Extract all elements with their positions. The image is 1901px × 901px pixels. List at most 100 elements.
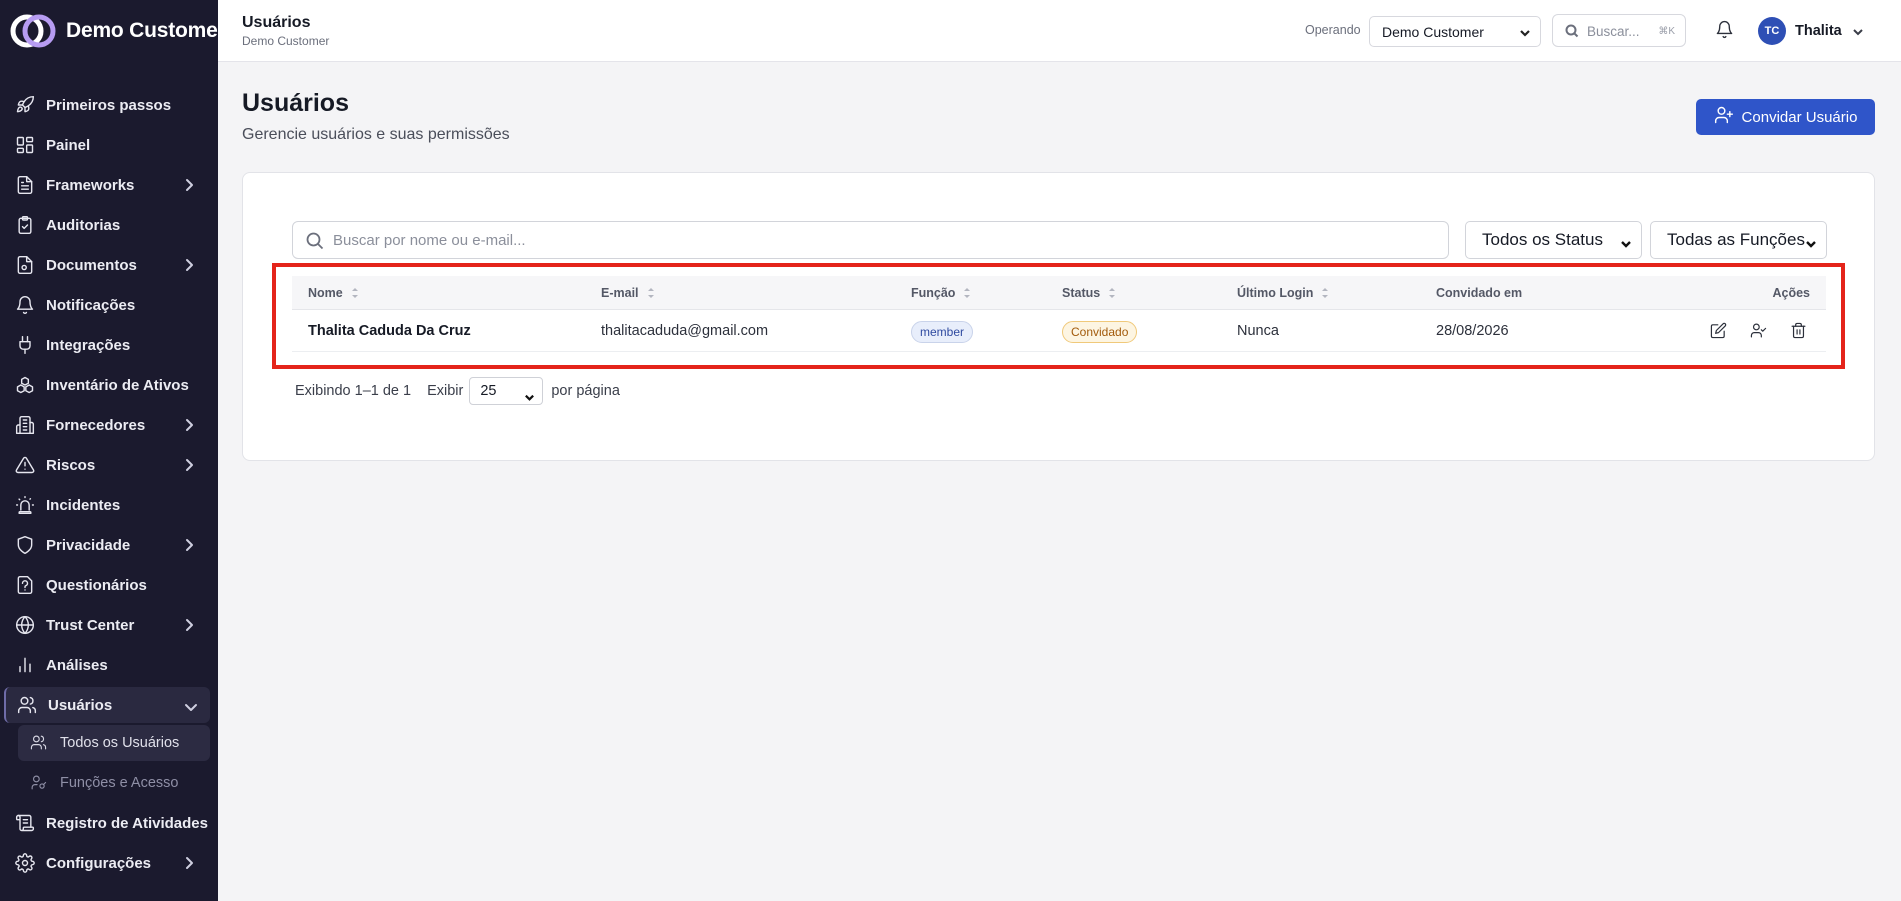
table-header: Nome E-mail Função Status Último Login C… <box>292 276 1826 310</box>
sidebar-item-label: Fornecedores <box>46 416 146 434</box>
page-size-label: Exibir <box>427 383 464 399</box>
column-label: Status <box>1062 286 1101 300</box>
clipboard-check-icon <box>14 214 36 236</box>
shield-icon <box>14 534 36 556</box>
sidebar-subitem-label: Funções e Acesso <box>60 775 179 791</box>
sidebar-item-label: Privacidade <box>46 536 131 554</box>
sidebar-item-notificacoes[interactable]: Notificações <box>0 285 218 325</box>
column-header-funcao[interactable]: Função <box>911 286 971 300</box>
invite-user-label: Convidar Usuário <box>1741 108 1858 126</box>
sidebar-item-label: Riscos <box>46 456 96 474</box>
sidebar-item-frameworks[interactable]: Frameworks <box>0 165 218 205</box>
chevron-right-icon <box>182 418 196 432</box>
page-size-select[interactable]: 25 <box>469 377 544 405</box>
sidebar-subitem-funcoes-acesso[interactable]: Funções e Acesso <box>0 763 218 803</box>
per-page-label: por página <box>551 383 620 399</box>
chevron-right-icon <box>182 258 196 272</box>
column-label: Último Login <box>1237 286 1314 300</box>
trash-icon[interactable] <box>1790 322 1808 340</box>
column-header-ultimo-login[interactable]: Último Login <box>1237 286 1329 300</box>
sidebar-item-label: Documentos <box>46 256 137 274</box>
notifications-bell-icon[interactable] <box>1715 20 1735 40</box>
sidebar-item-privacidade[interactable]: Privacidade <box>0 525 218 565</box>
sidebar-item-riscos[interactable]: Riscos <box>0 445 218 485</box>
role-badge: member <box>911 321 974 343</box>
sidebar-item-label: Configurações <box>46 854 152 872</box>
sidebar-item-analises[interactable]: Análises <box>0 645 218 685</box>
user-menu[interactable]: TC Thalita <box>1758 17 1864 45</box>
sidebar-item-label: Análises <box>46 656 108 674</box>
user-plus-icon <box>1714 105 1734 129</box>
column-label: E-mail <box>601 286 639 300</box>
sidebar-item-configuracoes[interactable]: Configurações <box>0 843 218 883</box>
users-card: Buscar por nome ou e-mail... Todos os St… <box>242 172 1875 461</box>
sort-icon <box>1321 287 1329 299</box>
chevron-down-icon <box>524 386 535 401</box>
chevron-down-icon <box>1519 26 1531 38</box>
user-search-input[interactable]: Buscar por nome ou e-mail... <box>292 221 1449 259</box>
sidebar-item-incidentes[interactable]: Incidentes <box>0 485 218 525</box>
edit-icon[interactable] <box>1710 322 1728 340</box>
bar-chart-icon <box>14 654 36 676</box>
users-icon <box>16 694 38 716</box>
sidebar-item-painel[interactable]: Painel <box>0 125 218 165</box>
role-filter-select[interactable]: Todas as Funções <box>1650 221 1827 259</box>
role-filter-value: Todas as Funções <box>1667 230 1805 249</box>
column-header-status[interactable]: Status <box>1062 286 1116 300</box>
user-name-cell: Thalita Caduda Da Cruz <box>308 323 471 339</box>
sort-icon <box>351 287 359 299</box>
user-name: Thalita <box>1795 23 1842 39</box>
brand-name: Demo Customer <box>66 19 226 42</box>
sidebar-item-documentos[interactable]: Documentos <box>0 245 218 285</box>
sidebar-item-label: Usuários <box>48 696 113 714</box>
sidebar-item-registro-atividades[interactable]: Registro de Atividades <box>0 803 218 843</box>
sidebar-item-label: Notificações <box>46 296 136 314</box>
global-search[interactable]: Buscar... ⌘K <box>1552 14 1686 47</box>
warning-icon <box>14 454 36 476</box>
sidebar-item-inventario[interactable]: Inventário de Ativos <box>0 365 218 405</box>
chevron-down-icon <box>1805 235 1817 248</box>
column-header-acoes: Ações <box>1772 286 1810 300</box>
sidebar-item-label: Auditorias <box>46 216 121 234</box>
sort-icon <box>1108 287 1116 299</box>
sidebar-item-trust-center[interactable]: Trust Center <box>0 605 218 645</box>
file-icon <box>14 254 36 276</box>
sort-icon <box>647 287 655 299</box>
brand[interactable]: Demo Customer <box>0 0 226 62</box>
brand-logo-icon <box>10 12 56 50</box>
search-icon <box>306 232 324 250</box>
page-size-value: 25 <box>480 383 497 399</box>
bell-icon <box>14 294 36 316</box>
search-icon <box>1565 24 1579 38</box>
sidebar-item-primeiros-passos[interactable]: Primeiros passos <box>0 85 218 125</box>
user-key-icon <box>30 774 48 792</box>
user-check-icon[interactable] <box>1750 322 1768 340</box>
pagination-summary: Exibindo 1–1 de 1 <box>295 383 412 399</box>
operando-select[interactable]: Demo Customer <box>1369 16 1541 47</box>
building-icon <box>14 414 36 436</box>
sidebar-item-questionarios[interactable]: Questionários <box>0 565 218 605</box>
header-subtitle: Demo Customer <box>242 34 330 48</box>
status-filter-select[interactable]: Todos os Status <box>1465 221 1642 259</box>
column-header-nome[interactable]: Nome <box>308 286 359 300</box>
invite-user-button[interactable]: Convidar Usuário <box>1696 99 1875 135</box>
users-icon <box>30 734 48 752</box>
sidebar-item-integracoes[interactable]: Integrações <box>0 325 218 365</box>
sidebar-item-label: Primeiros passos <box>46 96 172 114</box>
table-row[interactable]: Thalita Caduda Da Cruz thalitacaduda@gma… <box>292 310 1826 352</box>
questionnaire-icon <box>14 574 36 596</box>
column-header-email[interactable]: E-mail <box>601 286 655 300</box>
chevron-right-icon <box>182 618 196 632</box>
gear-icon <box>14 852 36 874</box>
dashboard-icon <box>14 134 36 156</box>
sidebar-item-auditorias[interactable]: Auditorias <box>0 205 218 245</box>
sidebar-subitem-todos-usuarios[interactable]: Todos os Usuários <box>18 725 210 761</box>
status-filter-value: Todos os Status <box>1482 230 1603 249</box>
page-subtitle: Gerencie usuários e suas permissões <box>242 126 510 143</box>
sidebar: Demo Customer Primeiros passos Painel Fr… <box>0 0 226 901</box>
sidebar-item-fornecedores[interactable]: Fornecedores <box>0 405 218 445</box>
sidebar-subitem-label: Todos os Usuários <box>60 735 180 751</box>
column-label: Nome <box>308 286 343 300</box>
sidebar-item-usuarios[interactable]: Usuários <box>4 687 210 723</box>
invited-at-cell: 28/08/2026 <box>1436 323 1509 339</box>
